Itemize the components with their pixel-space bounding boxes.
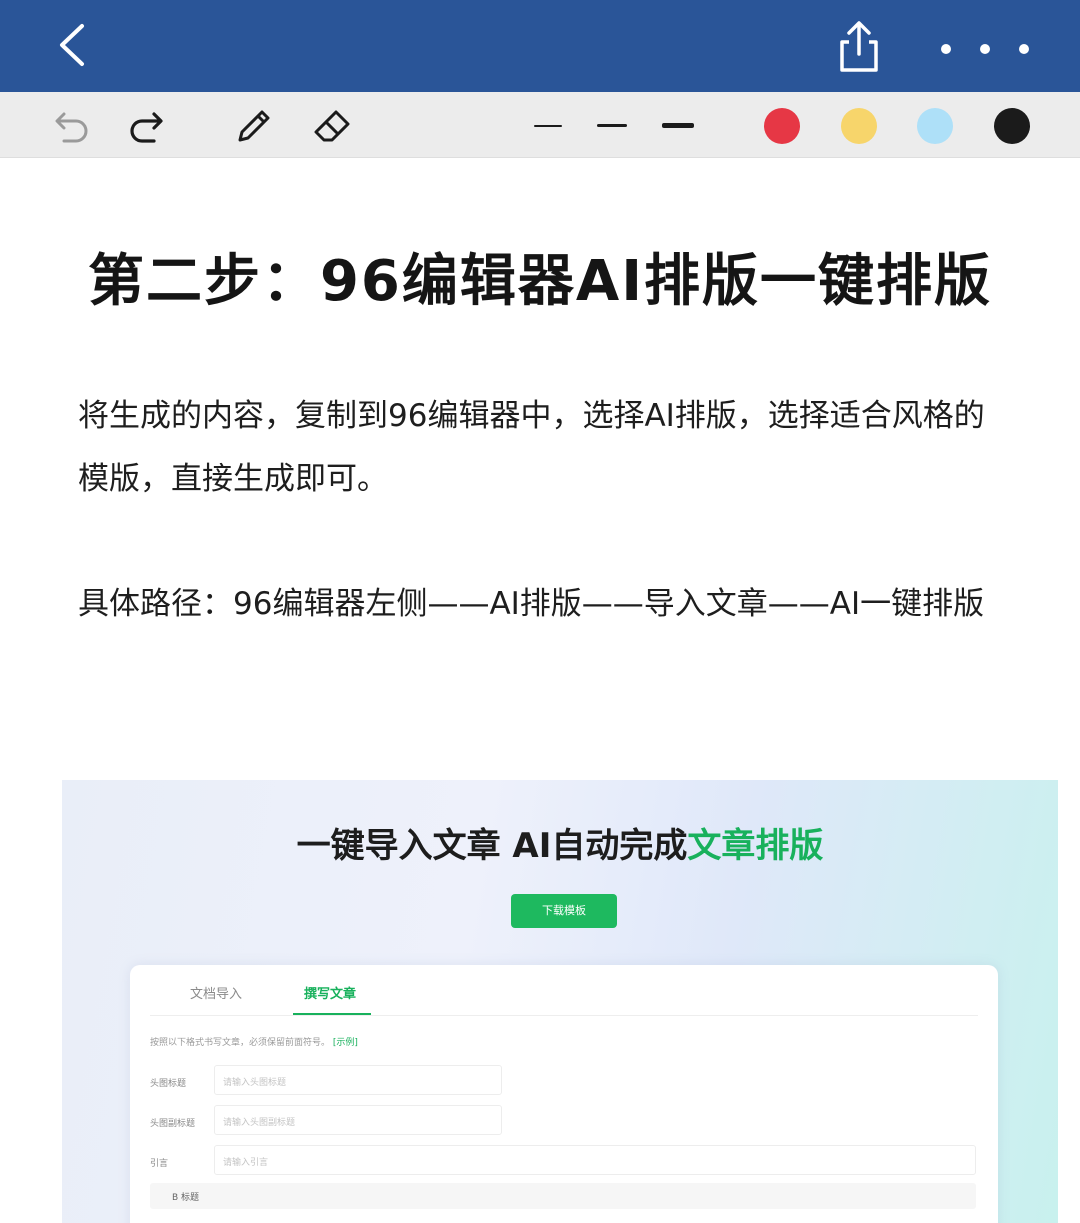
annotation-toolbar <box>0 92 1080 158</box>
eraser-icon[interactable] <box>310 104 354 148</box>
pencil-icon[interactable] <box>232 104 276 148</box>
color-red-swatch[interactable] <box>764 108 800 144</box>
format-hint: 按照以下格式书写文章，必须保留前面符号。 [示例] <box>150 1035 358 1048</box>
paragraph-path: 具体路径：96编辑器左侧——AI排版——导入文章——AI一键排版 <box>78 586 985 622</box>
redo-icon[interactable] <box>124 104 168 148</box>
chevron-left-icon[interactable] <box>50 22 96 68</box>
paragraph-instructions: 将生成的内容，复制到96编辑器中，选择AI排版，选择适合风格的模版，直接生成即可… <box>78 398 985 497</box>
top-app-bar <box>0 0 1080 92</box>
screenshot-heading: 一键导入文章 AI自动完成文章排版 <box>62 818 1058 867</box>
field-label-header-title: 头图标题 <box>150 1079 187 1089</box>
editor-toolbar[interactable]: B 标题 <box>150 1183 976 1209</box>
field-label-header-subtitle: 头图副标题 <box>150 1119 196 1129</box>
stroke-thick[interactable] <box>662 123 694 128</box>
header-title-input[interactable]: 请输入头图标题 <box>214 1065 502 1095</box>
header-subtitle-input[interactable]: 请输入头图副标题 <box>214 1105 502 1135</box>
stroke-medium[interactable] <box>597 124 627 127</box>
more-dots-icon[interactable] <box>930 36 1040 62</box>
field-label-intro: 引言 <box>150 1159 169 1169</box>
article-input-card: 文档导入 撰写文章 按照以下格式书写文章，必须保留前面符号。 [示例] 头图标题… <box>130 965 998 1223</box>
screenshot-heading-highlight: 文章排版 <box>687 826 824 866</box>
tab-write-article[interactable]: 撰写文章 <box>304 983 356 1002</box>
color-yellow-swatch[interactable] <box>841 108 877 144</box>
embedded-editor-screenshot: 一键导入文章 AI自动完成文章排版 下载模板 文档导入 撰写文章 按照以下格式书… <box>62 780 1058 1223</box>
undo-icon[interactable] <box>50 104 94 148</box>
tab-divider <box>150 1015 978 1016</box>
format-hint-text: 按照以下格式书写文章，必须保留前面符号。 <box>150 1038 331 1048</box>
download-template-button[interactable]: 下载模板 <box>511 894 617 928</box>
tab-document-import[interactable]: 文档导入 <box>190 983 242 1002</box>
color-light-blue-swatch[interactable] <box>917 108 953 144</box>
intro-input[interactable]: 请输入引言 <box>214 1145 976 1175</box>
format-hint-example-link[interactable]: [示例] <box>333 1038 358 1048</box>
stroke-thin[interactable] <box>534 125 562 127</box>
color-black-swatch[interactable] <box>994 108 1030 144</box>
share-icon[interactable] <box>834 20 884 74</box>
document-title: 第二步：96编辑器AI排版一键排版 <box>87 249 993 314</box>
screenshot-heading-main: 一键导入文章 AI自动完成 <box>296 826 688 866</box>
